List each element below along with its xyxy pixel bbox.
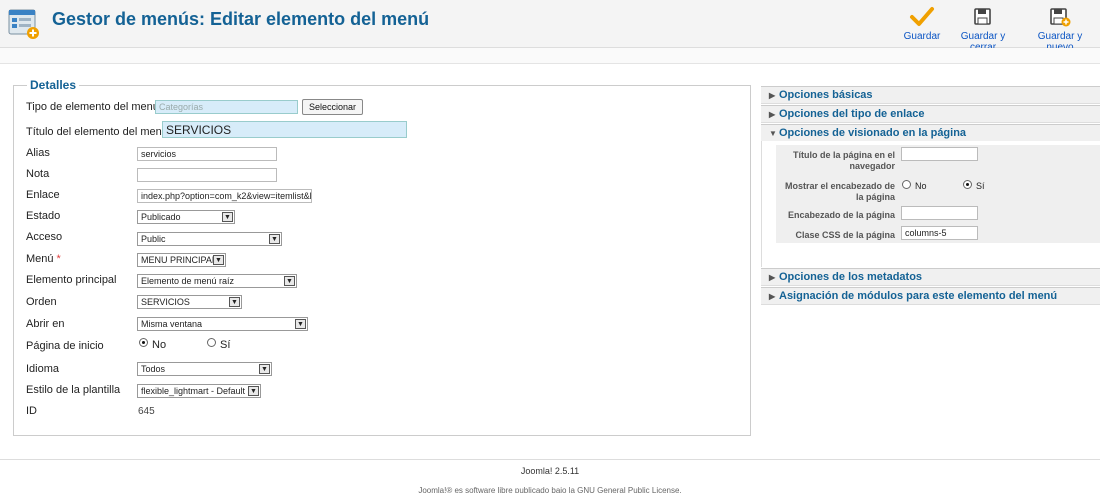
floppy-disk-add-icon bbox=[1050, 8, 1071, 27]
home-yes-label: Sí bbox=[220, 339, 231, 351]
page-heading-input[interactable] bbox=[901, 206, 978, 220]
template-style-value: flexible_lightmart - Default bbox=[141, 386, 246, 396]
template-style-select[interactable]: flexible_lightmart - Default ▼ bbox=[137, 384, 261, 398]
orden-label: Orden bbox=[26, 296, 57, 308]
principal-label: Elemento principal bbox=[26, 274, 117, 286]
alias-input[interactable]: servicios bbox=[137, 147, 277, 161]
alias-label: Alias bbox=[26, 147, 50, 159]
dropdown-arrow-icon: ▼ bbox=[295, 319, 306, 329]
accordion-module-assignment[interactable]: ▶ Asignación de módulos para este element… bbox=[761, 287, 1100, 305]
order-value: SERVICIOS bbox=[141, 297, 190, 307]
enlace-label: Enlace bbox=[26, 189, 60, 201]
chevron-down-icon: ▼ bbox=[769, 129, 777, 138]
titulo-label: Título del elemento del menú* bbox=[26, 126, 175, 138]
show-heading-no-radio[interactable] bbox=[902, 180, 911, 189]
dropdown-arrow-icon: ▼ bbox=[284, 276, 295, 286]
language-select[interactable]: Todos ▼ bbox=[137, 362, 272, 376]
open-in-select[interactable]: Misma ventana ▼ bbox=[137, 317, 308, 331]
menu-select[interactable]: MENU PRINCIPAL ▼ bbox=[137, 253, 226, 267]
accordion-basic-options[interactable]: ▶ Opciones básicas bbox=[761, 86, 1100, 104]
show-heading-yes-label: Sí bbox=[976, 181, 985, 191]
accordion-link-type-options[interactable]: ▶ Opciones del tipo de enlace bbox=[761, 105, 1100, 123]
parent-item-value: Elemento de menú raíz bbox=[141, 276, 235, 286]
page-title: Gestor de menús: Editar elemento del men… bbox=[52, 9, 430, 29]
id-value: 645 bbox=[138, 406, 155, 417]
tipo-label: Tipo de elemento del menú* bbox=[26, 101, 166, 113]
order-select[interactable]: SERVICIOS ▼ bbox=[137, 295, 242, 309]
tipo-field[interactable]: Categorías bbox=[155, 100, 298, 114]
footer-divider bbox=[0, 459, 1100, 460]
nota-label: Nota bbox=[26, 168, 50, 180]
save-button[interactable]: Guardar bbox=[902, 6, 942, 42]
open-in-value: Misma ventana bbox=[141, 319, 203, 329]
home-yes-radio[interactable] bbox=[207, 338, 216, 347]
page-heading-label: Encabezado de la página bbox=[787, 210, 895, 220]
note-input[interactable] bbox=[137, 168, 277, 182]
browser-title-input[interactable] bbox=[901, 147, 978, 161]
accordion-page-display-options[interactable]: ▼ Opciones de visionado en la página bbox=[761, 124, 1100, 142]
chevron-right-icon: ▶ bbox=[769, 273, 776, 282]
footer-version: Joomla! 2.5.11 bbox=[520, 466, 580, 476]
dropdown-arrow-icon: ▼ bbox=[259, 364, 270, 374]
language-value: Todos bbox=[141, 364, 166, 374]
parent-item-select[interactable]: Elemento de menú raíz ▼ bbox=[137, 274, 297, 288]
abrir-label: Abrir en bbox=[26, 318, 65, 330]
home-no-radio[interactable] bbox=[139, 338, 148, 347]
browser-title-label: Título de la página en el navegador bbox=[792, 150, 895, 171]
save-new-button[interactable]: Guardar y nuevo bbox=[1024, 6, 1096, 53]
show-heading-yes-radio[interactable] bbox=[963, 180, 972, 189]
id-label: ID bbox=[26, 405, 37, 417]
estilo-label: Estilo de la plantilla bbox=[26, 384, 121, 396]
show-heading-label: Mostrar el encabezado de la página bbox=[784, 181, 895, 202]
css-class-label: Clase CSS de la página bbox=[795, 230, 895, 240]
chevron-right-icon: ▶ bbox=[769, 91, 776, 100]
access-select[interactable]: Public ▼ bbox=[137, 232, 282, 246]
checkmark-icon bbox=[910, 7, 934, 26]
dropdown-arrow-icon: ▼ bbox=[229, 297, 240, 307]
menu-label: Menú * bbox=[26, 253, 61, 265]
floppy-disk-icon bbox=[974, 8, 991, 25]
status-value: Publicado bbox=[141, 212, 181, 222]
dropdown-arrow-icon: ▼ bbox=[248, 386, 259, 396]
menu-manager-icon bbox=[8, 9, 39, 39]
sub-toolbar-strip bbox=[0, 48, 1100, 64]
menu-value: MENU PRINCIPAL bbox=[141, 255, 217, 265]
idioma-label: Idioma bbox=[26, 363, 60, 375]
footer-credits: Joomla!® es software libre publicado baj… bbox=[418, 486, 682, 493]
select-button[interactable]: Seleccionar bbox=[302, 99, 364, 115]
dropdown-arrow-icon: ▼ bbox=[269, 234, 280, 244]
link-input[interactable]: index.php?option=com_k2&view=itemlist&la… bbox=[137, 189, 312, 203]
inicio-label: Página de inicio bbox=[26, 340, 104, 352]
details-legend: Detalles bbox=[27, 78, 80, 92]
save-close-button[interactable]: Guardar y cerrar bbox=[947, 6, 1019, 53]
chevron-right-icon: ▶ bbox=[769, 292, 776, 301]
dropdown-arrow-icon: ▼ bbox=[213, 255, 224, 265]
chevron-right-icon: ▶ bbox=[769, 110, 776, 119]
access-value: Public bbox=[141, 234, 166, 244]
header-bar: Gestor de menús: Editar elemento del men… bbox=[0, 0, 1100, 53]
status-select[interactable]: Publicado ▼ bbox=[137, 210, 235, 224]
acceso-label: Acceso bbox=[26, 231, 63, 243]
estado-label: Estado bbox=[26, 210, 61, 222]
css-class-input[interactable]: columns-5 bbox=[901, 226, 978, 240]
accordion-metadata-options[interactable]: ▶ Opciones de los metadatos bbox=[761, 268, 1100, 286]
title-input[interactable]: SERVICIOS bbox=[162, 121, 407, 138]
dropdown-arrow-icon: ▼ bbox=[222, 212, 233, 222]
save-label: Guardar bbox=[903, 31, 941, 42]
show-heading-no-label: No bbox=[915, 181, 927, 191]
home-no-label: No bbox=[152, 339, 167, 351]
